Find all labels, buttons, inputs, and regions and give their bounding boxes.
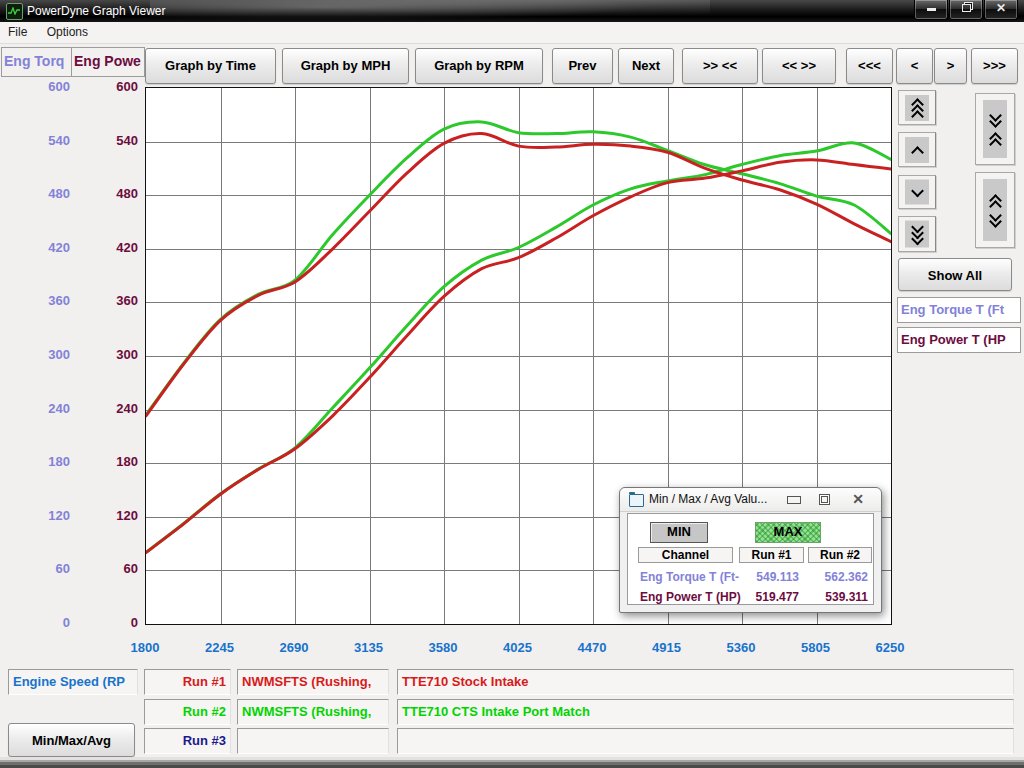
close-icon: ✕	[852, 491, 864, 507]
restore-icon	[819, 494, 830, 505]
max-button[interactable]: MAX	[755, 522, 821, 543]
chevron-down-icon	[989, 120, 1001, 126]
scroll-button-triple-chevron-down[interactable]	[898, 216, 936, 252]
min-button[interactable]: MIN	[650, 522, 708, 543]
minimize-icon	[927, 8, 936, 11]
minmax-minimize-button[interactable]	[781, 490, 807, 508]
toolbar-button-next[interactable]: Next	[618, 48, 674, 84]
scroll-button-chevron-down[interactable]	[898, 175, 936, 209]
legend-run-desc-2[interactable]: TTE710 CTS Intake Port Match	[397, 699, 1014, 725]
x-tick-label: 6250	[855, 640, 925, 655]
minmax-value-run2: 539.311	[808, 590, 868, 604]
x-tick-label: 5805	[781, 640, 851, 655]
column-header-run2: Run #2	[808, 547, 872, 563]
title-bar: PowerDyne Graph Viewer ✕	[0, 0, 1024, 22]
y-tick-label: 480	[0, 187, 138, 201]
y-tick-label: 300	[0, 348, 138, 362]
column-header-run1: Run #1	[739, 547, 804, 563]
x-tick-label: 3135	[334, 640, 404, 655]
minmax-window[interactable]: Min / Max / Avg Valu... ✕ MIN MAX Channe…	[619, 487, 882, 613]
close-icon: ✕	[996, 1, 1006, 15]
x-tick-label: 4470	[557, 640, 627, 655]
y-tick-label: 540	[0, 134, 138, 148]
channel-label-torque[interactable]: Eng Torque T (Ft	[897, 297, 1021, 323]
toolbar-button-[interactable]: <<<	[846, 48, 893, 84]
column-header-channel: Channel	[638, 547, 733, 563]
y-tick-label: 120	[0, 509, 138, 523]
legend-run-name-3[interactable]	[237, 728, 389, 754]
x-tick-label: 3580	[408, 640, 478, 655]
show-all-button[interactable]: Show All	[898, 258, 1012, 291]
y-tick-label: 420	[0, 241, 138, 255]
channel-label-power[interactable]: Eng Power T (HP	[897, 327, 1021, 353]
toolbar-button-[interactable]: >>>	[971, 48, 1018, 84]
toolbar-button-[interactable]: >> <<	[682, 48, 758, 84]
close-button[interactable]: ✕	[984, 0, 1018, 20]
x-tick-label: 1800	[110, 640, 180, 655]
menu-bar: File Options	[0, 22, 1024, 44]
legend-run-name-2[interactable]: NWMSFTS (Rushing,	[237, 699, 389, 725]
x-tick-label: 2245	[185, 640, 255, 655]
toolbar-button-graph-by-time[interactable]: Graph by Time	[145, 48, 276, 84]
chevron-down-icon	[911, 189, 923, 195]
chevron-down-icon	[989, 220, 1001, 226]
chevron-down-icon	[911, 237, 923, 243]
minmax-window-titlebar[interactable]: Min / Max / Avg Valu... ✕	[620, 488, 881, 512]
minimize-button[interactable]	[914, 0, 948, 20]
legend-run-label-3[interactable]: Run #3	[144, 728, 231, 754]
toolbar-button-graph-by-rpm[interactable]: Graph by RPM	[415, 48, 543, 84]
y-tick-label: 240	[0, 402, 138, 416]
chevron-up-icon	[911, 147, 923, 153]
y-tick-label: 360	[0, 294, 138, 308]
legend-run-name-1[interactable]: NWMSFTS (Rushing,	[237, 669, 389, 695]
y-tick-label: 0	[0, 616, 138, 630]
zoom-button-chevrons-inward[interactable]	[975, 93, 1015, 165]
x-channel-label[interactable]: Engine Speed (RP	[8, 669, 138, 695]
y-tick-label: 180	[0, 455, 138, 469]
x-tick-label: 2690	[259, 640, 329, 655]
toolbar-button-graph-by-mph[interactable]: Graph by MPH	[282, 48, 409, 84]
minmax-value-run2: 562.362	[808, 570, 868, 584]
x-tick-label: 5360	[706, 640, 776, 655]
zoom-button-chevrons-outward[interactable]	[975, 172, 1015, 248]
minmax-row-channel: Eng Power T (HP)	[640, 590, 741, 604]
x-tick-label: 4915	[632, 640, 702, 655]
maximize-icon	[962, 4, 971, 12]
legend-run-desc-3[interactable]	[397, 728, 1014, 754]
legend-run-label-2[interactable]: Run #2	[144, 699, 231, 725]
y-tick-label: 60	[0, 562, 138, 576]
minmax-value-run1: 549.113	[739, 570, 799, 584]
scroll-button-chevron-up[interactable]	[898, 132, 936, 167]
toolbar-button-[interactable]: >	[934, 48, 967, 84]
app-window: PowerDyne Graph Viewer ✕ File Options En…	[0, 0, 1024, 768]
window-bottom-edge	[0, 757, 1024, 768]
curve-run-1-eng-torque-t-ft-lbs	[146, 134, 891, 416]
y-tick-label: 600	[0, 80, 138, 94]
scroll-button-triple-chevron-up[interactable]	[898, 90, 936, 125]
curve-run-2-eng-torque-t-ft-lbs	[146, 122, 891, 415]
legend-run-label-1[interactable]: Run #1	[144, 669, 231, 695]
chevron-up-icon	[911, 111, 923, 117]
minmax-window-icon	[629, 494, 644, 507]
minmax-maximize-button[interactable]	[811, 490, 837, 508]
minmax-window-title: Min / Max / Avg Valu...	[649, 492, 767, 506]
chevron-up-icon	[989, 139, 1001, 145]
toolbar-button-prev[interactable]: Prev	[552, 48, 613, 84]
toolbar-button-[interactable]: <	[896, 48, 933, 84]
minmax-content-panel: MIN MAX Channel Run #1 Run #2 Eng Torque…	[627, 513, 874, 605]
minmax-close-button[interactable]: ✕	[845, 490, 871, 508]
legend-run-desc-1[interactable]: TTE710 Stock Intake	[397, 669, 1014, 695]
minimize-icon	[787, 496, 801, 504]
minmax-row-channel: Eng Torque T (Ft-	[640, 570, 739, 584]
maximize-button[interactable]	[949, 0, 983, 20]
toolbar-button-[interactable]: << >>	[762, 48, 836, 84]
x-tick-label: 4025	[483, 640, 553, 655]
minmax-avg-button[interactable]: Min/Max/Avg	[8, 723, 135, 757]
chevron-up-icon	[989, 201, 1001, 207]
minmax-value-run1: 519.477	[739, 590, 799, 604]
